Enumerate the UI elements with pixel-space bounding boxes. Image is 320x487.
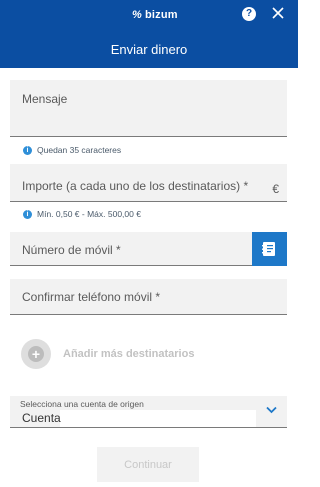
add-recipients-button[interactable]: + Añadir más destinatarios	[21, 339, 194, 369]
amount-hint-text: Mín. 0,50 € - Máx. 500,00 €	[37, 209, 141, 219]
add-recipients-label: Añadir más destinatarios	[63, 348, 195, 360]
help-icon[interactable]: ?	[242, 7, 256, 21]
add-circle-icon: +	[21, 339, 51, 369]
contact-book-icon	[262, 242, 275, 256]
mobile-field[interactable]: Número de móvil *	[10, 232, 252, 266]
amount-label: Importe (a cada uno de los destinatarios…	[22, 179, 249, 193]
mobile-label: Número de móvil *	[22, 243, 121, 257]
bizum-logo: % bizum	[132, 8, 178, 22]
euro-symbol: €	[272, 182, 279, 196]
message-hint: i Quedan 35 caracteres	[23, 145, 121, 155]
amount-field[interactable]: Importe (a cada uno de los destinatarios…	[10, 164, 287, 202]
source-account-value-box	[60, 410, 256, 427]
info-icon: i	[23, 145, 32, 155]
contact-book-button[interactable]	[252, 232, 287, 266]
chevron-down-icon[interactable]	[266, 406, 277, 414]
page-title: Enviar dinero	[110, 42, 188, 57]
close-icon[interactable]	[271, 6, 285, 20]
message-hint-text: Quedan 35 caracteres	[37, 145, 122, 155]
confirm-mobile-label: Confirmar teléfono móvil *	[22, 290, 161, 304]
plus-icon: +	[31, 346, 41, 362]
bizum-logo-icon: %	[132, 9, 142, 21]
source-account-label: Selecciona una cuenta de origen	[20, 399, 144, 409]
brand-text: bizum	[144, 9, 178, 21]
amount-hint: i Mín. 0,50 € - Máx. 500,00 €	[23, 209, 141, 219]
info-icon: i	[23, 209, 32, 219]
app-header: % bizum ? Enviar dinero	[0, 0, 298, 68]
confirm-mobile-field[interactable]: Confirmar teléfono móvil *	[10, 279, 287, 315]
source-account-value: Cuenta	[22, 411, 61, 425]
message-label: Mensaje	[22, 92, 68, 106]
message-field[interactable]: Mensaje	[10, 80, 287, 137]
continue-button[interactable]: Continuar	[97, 447, 199, 482]
